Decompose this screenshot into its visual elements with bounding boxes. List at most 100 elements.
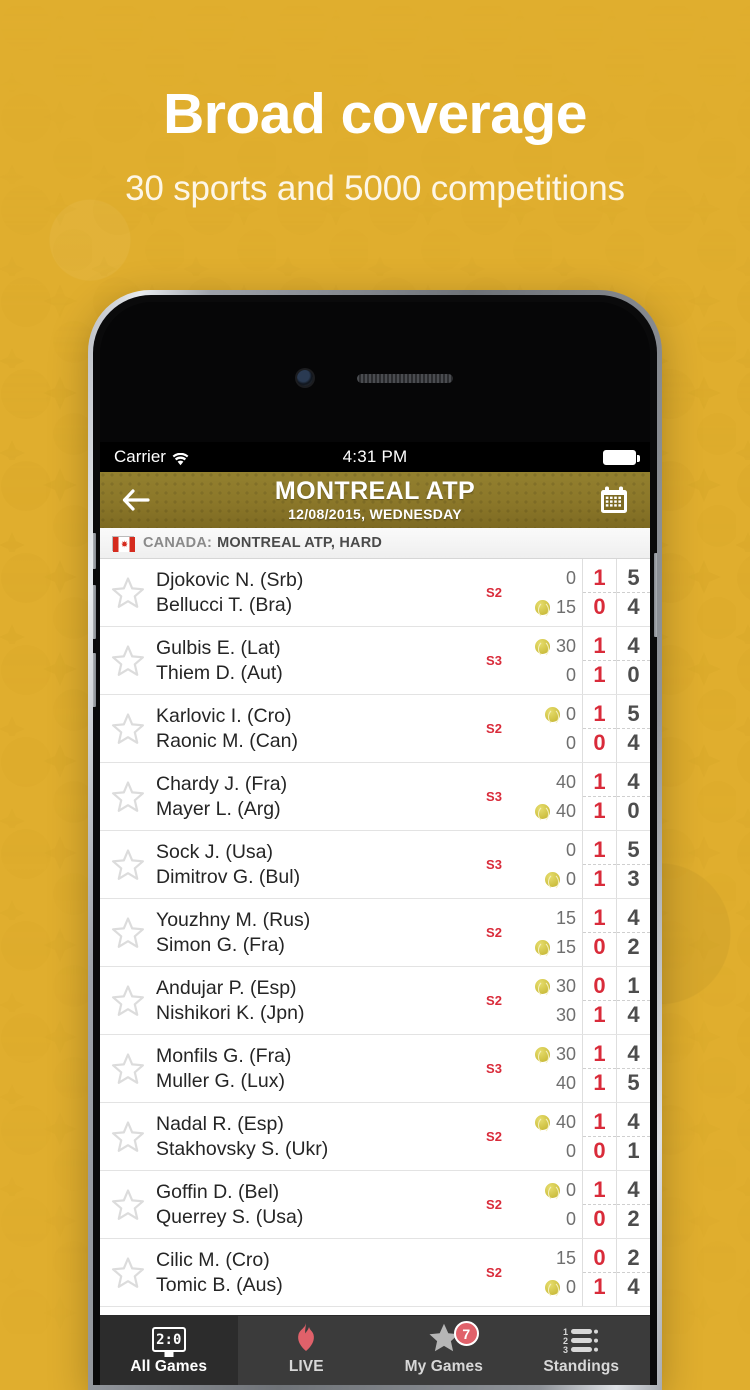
serving-ball-icon — [534, 599, 550, 619]
player-name-away: Tomic B. (Aus) — [156, 1273, 283, 1296]
games-away: 2 — [627, 934, 640, 959]
favorite-star-button[interactable] — [100, 831, 156, 898]
back-button[interactable] — [114, 480, 158, 520]
serving-ball-icon — [544, 1182, 560, 1202]
serving-ball-icon — [534, 638, 550, 658]
power-button — [654, 553, 657, 637]
favorite-star-button[interactable] — [100, 1171, 156, 1238]
point-score-away-line: 0 — [514, 1205, 576, 1234]
current-set-label: S2 — [486, 1265, 502, 1280]
match-row[interactable]: Gulbis E. (Lat) Thiem D. (Aut) S3 30 0 1 1 4 0 — [100, 627, 650, 695]
page-date: 12/08/2015, WEDNESDAY — [288, 506, 462, 523]
tab-all-games[interactable]: 2:0 All Games — [100, 1316, 238, 1385]
match-row[interactable]: Djokovic N. (Srb) Bellucci T. (Bra) S2 0 15 1… — [100, 559, 650, 627]
promo-text-block: Broad coverage 30 sports and 5000 compet… — [0, 82, 750, 209]
sets-away: 0 — [593, 594, 606, 619]
league-header[interactable]: CANADA: MONTREAL ATP, HARD — [100, 528, 650, 559]
games-home: 1 — [617, 972, 650, 1001]
point-score-away: 0 — [565, 868, 576, 889]
match-row[interactable]: Cilic M. (Cro) Tomic B. (Aus) S2 15 0 0 1 2 4 — [100, 1239, 650, 1307]
point-score-home: 30 — [555, 1043, 576, 1064]
player-name-away: Stakhovsky S. (Ukr) — [156, 1137, 329, 1160]
tab-icon-wrap: 123 — [563, 1326, 599, 1354]
favorite-star-button[interactable] — [100, 1239, 156, 1306]
match-row[interactable]: Nadal R. (Esp) Stakhovsky S. (Ukr) S2 40 0 1 0… — [100, 1103, 650, 1171]
point-score-away: 0 — [565, 1140, 576, 1161]
point-scores: 30 40 — [514, 1035, 582, 1102]
point-scores: 00 — [514, 831, 582, 898]
favorite-star-button[interactable] — [100, 899, 156, 966]
volume-down-button — [93, 653, 96, 707]
point-score-home-line: 0 — [514, 1176, 576, 1205]
promo-subheadline: 30 sports and 5000 competitions — [125, 168, 625, 208]
player-names: Sock J. (Usa) Dimitrov G. (Bul) — [156, 831, 474, 898]
player-names: Youzhny M. (Rus) Simon G. (Fra) — [156, 899, 474, 966]
app-screen: Carrier 4:31 PM MONTREAL ATP 12/08/2015,… — [100, 442, 650, 1385]
player-name-home: Cilic M. (Cro) — [156, 1248, 270, 1271]
favorite-star-button[interactable] — [100, 1103, 156, 1170]
favorite-star-button[interactable] — [100, 763, 156, 830]
current-set-label: S2 — [486, 585, 502, 600]
favorite-star-button[interactable] — [100, 559, 156, 626]
games-column: 54 — [616, 695, 650, 762]
player-names: Chardy J. (Fra) Mayer L. (Arg) — [156, 763, 474, 830]
sets-won-column: 10 — [582, 899, 616, 966]
player-name-away: Muller G. (Lux) — [156, 1069, 285, 1092]
match-row[interactable]: Goffin D. (Bel) Querrey S. (Usa) S2 0 0 1 0 4 2 — [100, 1171, 650, 1239]
games-column: 41 — [616, 1103, 650, 1170]
player-name-away: Querrey S. (Usa) — [156, 1205, 304, 1228]
page-title: MONTREAL ATP — [274, 476, 476, 505]
games-away: 5 — [627, 1070, 640, 1095]
games-home: 4 — [617, 632, 650, 661]
battery-icon — [603, 449, 640, 465]
promo-headline: Broad coverage — [163, 82, 587, 146]
match-row[interactable]: Andujar P. (Esp) Nishikori K. (Jpn) S2 30 30… — [100, 967, 650, 1035]
bottom-tab-bar[interactable]: 2:0 All Games LIVE My Games 7 1 2 3 Standings — [100, 1315, 650, 1385]
point-scores: 0 15 — [514, 559, 582, 626]
games-column: 24 — [616, 1239, 650, 1306]
point-score-away: 0 — [565, 664, 576, 685]
tab-standings[interactable]: 1 2 3 Standings — [513, 1316, 651, 1385]
favorite-star-button[interactable] — [100, 627, 156, 694]
games-column: 40 — [616, 627, 650, 694]
favorite-star-button[interactable] — [100, 1035, 156, 1102]
match-row[interactable]: Chardy J. (Fra) Mayer L. (Arg) S3 40 40 1 1 4 0 — [100, 763, 650, 831]
sets-won-column: 01 — [582, 967, 616, 1034]
player-names: Andujar P. (Esp) Nishikori K. (Jpn) — [156, 967, 474, 1034]
status-bar-clock: 4:31 PM — [342, 447, 408, 466]
point-score-home: 0 — [565, 703, 576, 724]
sets-won-column: 11 — [582, 831, 616, 898]
sets-won-column: 01 — [582, 1239, 616, 1306]
match-row[interactable]: Youzhny M. (Rus) Simon G. (Fra) S2 15 15 1 0 4 2 — [100, 899, 650, 967]
sets-away: 0 — [593, 934, 606, 959]
point-score-home: 40 — [555, 1111, 576, 1132]
current-set-label: S3 — [486, 789, 502, 804]
match-row[interactable]: Sock J. (Usa) Dimitrov G. (Bul) S3 0 0 1 1 5 3 — [100, 831, 650, 899]
sets-won-column: 10 — [582, 559, 616, 626]
player-name-home: Gulbis E. (Lat) — [156, 636, 281, 659]
tab-live[interactable]: LIVE — [238, 1316, 376, 1385]
favorite-star-button[interactable] — [100, 695, 156, 762]
point-score-away: 40 — [555, 1072, 576, 1093]
sets-home: 1 — [583, 904, 616, 933]
point-scores: 00 — [514, 695, 582, 762]
match-row[interactable]: Karlovic I. (Cro) Raonic M. (Can) S2 0 0 1 0 5 4 — [100, 695, 650, 763]
status-bar-right — [407, 449, 640, 465]
sets-won-column: 10 — [582, 695, 616, 762]
tab-my-games[interactable]: My Games 7 — [375, 1316, 513, 1385]
tab-label: My Games — [404, 1357, 483, 1375]
league-country: CANADA: — [143, 535, 213, 551]
sets-won-column: 11 — [582, 763, 616, 830]
sets-away: 0 — [593, 1206, 606, 1231]
phone-front-panel: Carrier 4:31 PM MONTREAL ATP 12/08/2015,… — [100, 302, 650, 1385]
point-score-home: 0 — [565, 1179, 576, 1200]
calendar-button[interactable] — [592, 485, 636, 515]
serving-ball-icon — [534, 803, 550, 823]
match-row[interactable]: Monfils G. (Fra) Muller G. (Lux) S3 30 40 1 1 4… — [100, 1035, 650, 1103]
point-score-home-line: 15 — [514, 904, 576, 933]
games-away: 2 — [627, 1206, 640, 1231]
match-list[interactable]: Djokovic N. (Srb) Bellucci T. (Bra) S2 0 15 1… — [100, 559, 650, 1307]
favorite-star-button[interactable] — [100, 967, 156, 1034]
point-score-home-line: 40 — [514, 1108, 576, 1137]
games-column: 53 — [616, 831, 650, 898]
